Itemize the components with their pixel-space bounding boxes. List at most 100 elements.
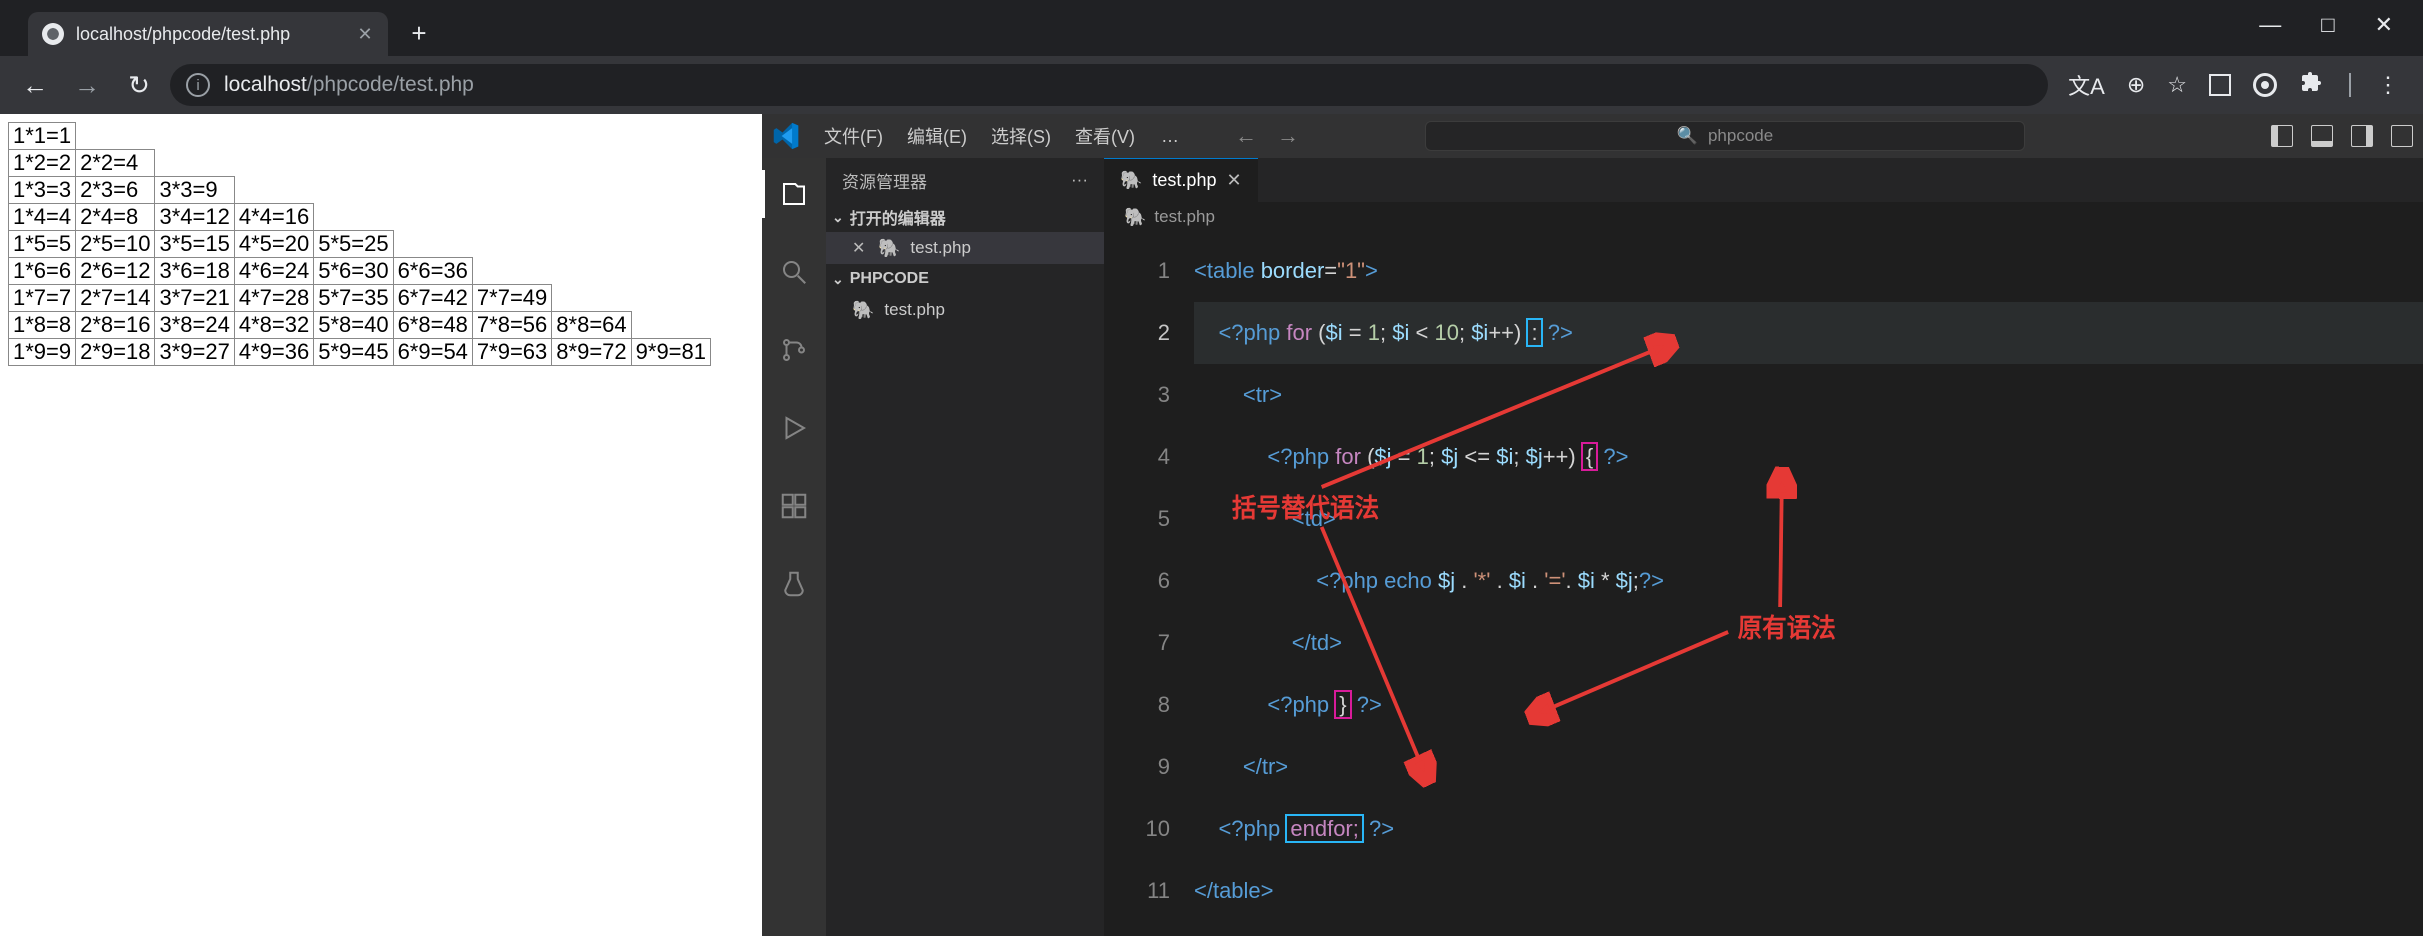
activity-testing-icon[interactable] (762, 560, 826, 608)
code-content[interactable]: <table border="1"> <?php for ($i = 1; $i… (1194, 232, 2423, 936)
table-cell: 3*5=15 (155, 231, 234, 258)
window-minimize-button[interactable]: — (2259, 12, 2281, 38)
menu-more-button[interactable]: … (1151, 122, 1189, 151)
close-icon[interactable]: ✕ (1226, 170, 1241, 191)
layout-right-icon[interactable] (2351, 125, 2373, 147)
editor-nav-back-icon[interactable]: ← (1235, 123, 1257, 149)
activity-extensions-icon[interactable] (762, 482, 826, 530)
editor-tab-label: test.php (1152, 170, 1216, 191)
address-bar[interactable]: i localhost/phpcode/test.php (170, 64, 2048, 106)
menu-item[interactable]: 选择(S) (981, 119, 1061, 153)
url-host: localhost (224, 73, 307, 96)
table-cell: 4*5=20 (234, 231, 313, 258)
zoom-icon[interactable]: ⊕ (2127, 72, 2145, 98)
table-cell: 1*8=8 (9, 312, 76, 339)
table-cell: 5*6=30 (314, 258, 393, 285)
url-path: /phpcode/test.php (307, 73, 474, 96)
table-cell: 2*3=6 (76, 177, 155, 204)
browser-toolbar: ← → ↻ i localhost/phpcode/test.php 文A ⊕ … (0, 56, 2423, 114)
table-cell: 3*4=12 (155, 204, 234, 231)
tab-close-button[interactable]: ✕ (356, 25, 374, 43)
multiplication-table: 1*1=11*2=22*2=41*3=32*3=63*3=91*4=42*4=8… (8, 122, 711, 366)
close-icon[interactable]: ✕ (852, 238, 868, 258)
new-tab-button[interactable]: + (402, 16, 436, 50)
chrome-kebab-icon[interactable]: ⋮ (2377, 72, 2399, 98)
back-button[interactable]: ← (14, 64, 56, 106)
reload-button[interactable]: ↻ (118, 64, 160, 106)
table-cell: 7*7=49 (472, 285, 551, 312)
extension-square-icon[interactable] (2209, 74, 2231, 96)
php-file-icon: 🐘 (1124, 207, 1146, 228)
table-cell: 2*6=12 (76, 258, 155, 285)
extension-circle-icon[interactable] (2253, 73, 2277, 97)
open-editor-filename: test.php (910, 238, 971, 258)
table-cell: 1*9=9 (9, 339, 76, 366)
file-tree-item[interactable]: 🐘 test.php (826, 294, 1104, 326)
table-cell: 1*4=4 (9, 204, 76, 231)
chevron-down-icon: ⌄ (832, 209, 844, 226)
line-number: 4 (1104, 426, 1170, 488)
menu-item[interactable]: 编辑(E) (897, 119, 977, 153)
chevron-down-icon: ⌄ (832, 271, 844, 288)
open-editors-label: 打开的编辑器 (850, 205, 946, 229)
layout-bottom-icon[interactable] (2311, 125, 2333, 147)
bookmark-star-icon[interactable]: ☆ (2167, 72, 2187, 98)
table-cell: 4*6=24 (234, 258, 313, 285)
layout-customize-icon[interactable] (2391, 125, 2413, 147)
code-editor[interactable]: 1234567891011 <table border="1"> <?php f… (1104, 232, 2423, 936)
layout-left-icon[interactable] (2271, 125, 2293, 147)
activity-bar (762, 158, 826, 936)
open-editor-item[interactable]: ✕ 🐘 test.php (826, 232, 1104, 264)
table-cell: 9*9=81 (631, 339, 710, 366)
breadcrumb-text: test.php (1154, 207, 1215, 227)
sidebar-more-button[interactable]: ··· (1071, 170, 1088, 190)
table-cell: 2*4=8 (76, 204, 155, 231)
command-center[interactable]: 🔍 phpcode (1425, 121, 2025, 151)
folder-header[interactable]: ⌄ PHPCODE (826, 264, 1104, 294)
line-number: 9 (1104, 736, 1170, 798)
php-file-icon: 🐘 (878, 238, 900, 259)
table-cell: 5*5=25 (314, 231, 393, 258)
table-cell: 2*8=16 (76, 312, 155, 339)
php-file-icon: 🐘 (852, 300, 874, 321)
vscode-menu: 文件(F)编辑(E)选择(S)查看(V) (814, 119, 1145, 153)
browser-tab[interactable]: localhost/phpcode/test.php ✕ (28, 12, 388, 56)
browser-menu-button[interactable] (2349, 73, 2351, 97)
table-cell: 1*6=6 (9, 258, 76, 285)
open-editors-header[interactable]: ⌄ 打开的编辑器 (826, 202, 1104, 232)
table-cell: 4*9=36 (234, 339, 313, 366)
table-cell: 3*9=27 (155, 339, 234, 366)
activity-run-debug-icon[interactable] (762, 404, 826, 452)
window-maximize-button[interactable]: □ (2321, 12, 2334, 38)
line-number: 1 (1104, 240, 1170, 302)
table-cell: 2*7=14 (76, 285, 155, 312)
line-number: 10 (1104, 798, 1170, 860)
editor-tab[interactable]: 🐘 test.php ✕ (1104, 158, 1258, 202)
window-close-button[interactable]: ✕ (2375, 12, 2393, 38)
activity-explorer-icon[interactable] (762, 170, 826, 218)
table-cell: 2*2=4 (76, 150, 155, 177)
sidebar-title: 资源管理器 (842, 168, 927, 193)
extensions-puzzle-icon[interactable] (2299, 70, 2323, 100)
site-info-icon[interactable]: i (186, 73, 210, 97)
file-tree-filename: test.php (884, 300, 945, 320)
activity-source-control-icon[interactable] (762, 326, 826, 374)
activity-search-icon[interactable] (762, 248, 826, 296)
php-file-icon: 🐘 (1120, 170, 1142, 191)
table-cell: 6*6=36 (393, 258, 472, 285)
menu-item[interactable]: 文件(F) (814, 119, 893, 153)
table-cell: 6*9=54 (393, 339, 472, 366)
forward-button[interactable]: → (66, 64, 108, 106)
breadcrumb[interactable]: 🐘 test.php (1104, 202, 2423, 232)
table-cell: 6*8=48 (393, 312, 472, 339)
folder-name: PHPCODE (850, 270, 929, 288)
table-cell: 8*9=72 (552, 339, 631, 366)
table-cell: 7*9=63 (472, 339, 551, 366)
table-cell: 4*4=16 (234, 204, 313, 231)
vscode-logo-icon (772, 122, 800, 150)
editor-nav-forward-icon[interactable]: → (1277, 123, 1299, 149)
tab-title: localhost/phpcode/test.php (76, 24, 344, 45)
translate-icon[interactable]: 文A (2068, 69, 2105, 101)
menu-item[interactable]: 查看(V) (1065, 119, 1145, 153)
table-cell: 4*8=32 (234, 312, 313, 339)
